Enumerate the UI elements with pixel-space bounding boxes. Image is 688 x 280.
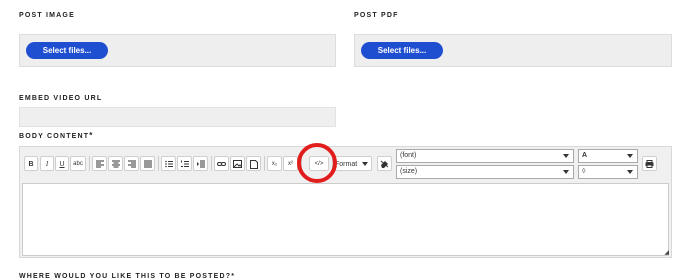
source-code-button[interactable]: </> xyxy=(309,156,329,171)
font-select[interactable]: (font) xyxy=(396,149,574,163)
toolbar-separator xyxy=(158,156,159,171)
post-image-select-button[interactable]: Select files... xyxy=(26,42,108,59)
post-pdf-label: POST PDF xyxy=(354,12,399,19)
font-color-select[interactable]: A xyxy=(578,149,638,163)
numbered-list-button[interactable] xyxy=(177,156,192,171)
image-button[interactable] xyxy=(230,156,245,171)
image-icon xyxy=(233,160,242,168)
subscript-button[interactable]: x₂ xyxy=(267,156,282,171)
document-icon xyxy=(249,160,258,169)
chevron-down-icon xyxy=(563,154,569,158)
posting-location-label-text: WHERE WOULD YOU LIKE THIS TO BE POSTED? xyxy=(19,273,232,280)
bold-button[interactable]: B xyxy=(24,156,38,171)
align-right-icon xyxy=(127,160,136,168)
align-right-button[interactable] xyxy=(124,156,139,171)
chevron-down-icon xyxy=(362,162,368,166)
required-mark: * xyxy=(89,131,94,140)
numbered-list-icon xyxy=(180,160,189,167)
editor-content-area[interactable] xyxy=(22,183,669,256)
embed-video-label: EMBED VIDEO URL xyxy=(19,95,103,102)
link-icon xyxy=(217,162,226,166)
document-button[interactable] xyxy=(246,156,261,171)
print-icon xyxy=(645,160,654,168)
chevron-down-icon xyxy=(627,154,633,158)
link-button[interactable] xyxy=(214,156,229,171)
background-color-value: ◊ xyxy=(582,168,586,175)
align-left-icon xyxy=(95,160,104,168)
align-left-button[interactable] xyxy=(92,156,107,171)
required-mark: * xyxy=(231,273,236,280)
size-select[interactable]: (size) xyxy=(396,165,574,179)
align-justify-button[interactable] xyxy=(140,156,155,171)
body-content-label: BODY CONTENT* xyxy=(19,131,94,140)
indent-button[interactable] xyxy=(193,156,208,171)
body-content-label-text: BODY CONTENT xyxy=(19,133,90,140)
italic-button[interactable]: I xyxy=(40,156,54,171)
font-select-value: (font) xyxy=(400,152,417,159)
underline-button[interactable]: U xyxy=(55,156,69,171)
eraser-button[interactable] xyxy=(377,156,392,171)
editor-toolbar: B I U abc x₂ x² </> Format (font) (size)… xyxy=(20,147,671,181)
bullet-list-icon xyxy=(164,160,173,168)
posting-location-label: WHERE WOULD YOU LIKE THIS TO BE POSTED?* xyxy=(19,273,235,280)
bullet-list-button[interactable] xyxy=(161,156,176,171)
format-dropdown[interactable]: Format xyxy=(332,156,372,171)
toolbar-separator xyxy=(264,156,265,171)
font-color-value: A xyxy=(582,152,588,159)
align-center-button[interactable] xyxy=(108,156,123,171)
align-center-icon xyxy=(111,160,120,168)
format-dropdown-label: Format xyxy=(335,161,358,168)
post-pdf-select-button[interactable]: Select files... xyxy=(361,42,443,59)
indent-icon xyxy=(196,160,205,168)
strikethrough-button[interactable]: abc xyxy=(70,156,86,171)
align-justify-icon xyxy=(143,160,152,168)
chevron-down-icon xyxy=(563,170,569,174)
resize-handle-icon[interactable]: ◢ xyxy=(664,249,669,256)
chevron-down-icon xyxy=(627,170,633,174)
size-select-value: (size) xyxy=(400,168,418,175)
remove-format-icon xyxy=(298,159,301,167)
embed-video-input[interactable] xyxy=(19,107,336,127)
remove-format-button[interactable] xyxy=(294,156,305,171)
rich-text-editor: B I U abc x₂ x² </> Format (font) (size)… xyxy=(19,146,672,258)
print-button[interactable] xyxy=(642,156,657,171)
post-image-label: POST IMAGE xyxy=(19,12,75,19)
toolbar-separator xyxy=(89,156,90,171)
background-color-select[interactable]: ◊ xyxy=(578,165,638,179)
eraser-icon xyxy=(380,160,389,168)
toolbar-separator xyxy=(211,156,212,171)
